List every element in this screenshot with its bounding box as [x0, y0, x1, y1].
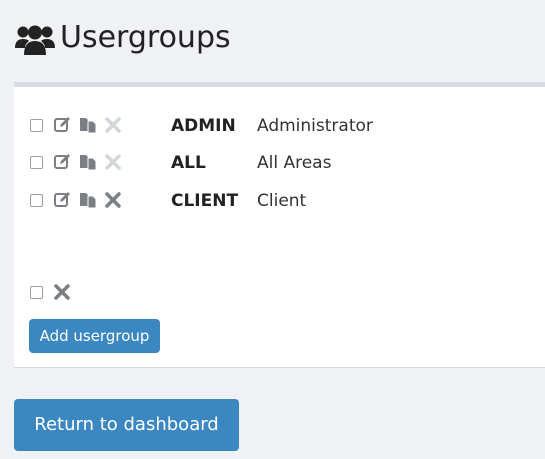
usergroup-row: ADMIN Administrator	[28, 113, 545, 139]
delete-icon	[105, 154, 121, 170]
row-checkbox[interactable]	[30, 119, 43, 132]
return-to-dashboard-button[interactable]: Return to dashboard	[14, 399, 239, 451]
usergroup-row: ALL All Areas	[28, 150, 545, 176]
add-usergroup-button[interactable]: Add usergroup	[29, 319, 160, 353]
delete-icon[interactable]	[53, 283, 71, 301]
usergroup-row: CLIENT Client	[28, 188, 545, 214]
delete-icon[interactable]	[104, 191, 122, 209]
row-checkbox[interactable]	[30, 156, 43, 169]
page-title: Usergroups	[60, 20, 231, 55]
usergroup-description: Administrator	[257, 116, 373, 136]
usergroup-code: CLIENT	[171, 191, 239, 211]
users-icon	[15, 25, 55, 55]
delete-icon	[105, 117, 121, 133]
copy-icon[interactable]	[79, 153, 97, 171]
edit-icon[interactable]	[53, 116, 71, 134]
edit-icon[interactable]	[53, 153, 71, 171]
copy-icon[interactable]	[79, 116, 97, 134]
page-header: Usergroups	[0, 0, 545, 82]
new-usergroup-row	[28, 280, 545, 306]
new-row-checkbox[interactable]	[30, 286, 43, 299]
usergroup-code: ADMIN	[171, 116, 236, 136]
edit-icon[interactable]	[53, 191, 71, 209]
usergroup-code: ALL	[171, 153, 206, 173]
usergroups-panel: ADMIN Administrator ALL All Areas CLIENT…	[14, 87, 545, 368]
usergroup-description: Client	[257, 191, 307, 211]
copy-icon[interactable]	[79, 191, 97, 209]
row-checkbox[interactable]	[30, 194, 43, 207]
usergroup-description: All Areas	[257, 153, 332, 173]
